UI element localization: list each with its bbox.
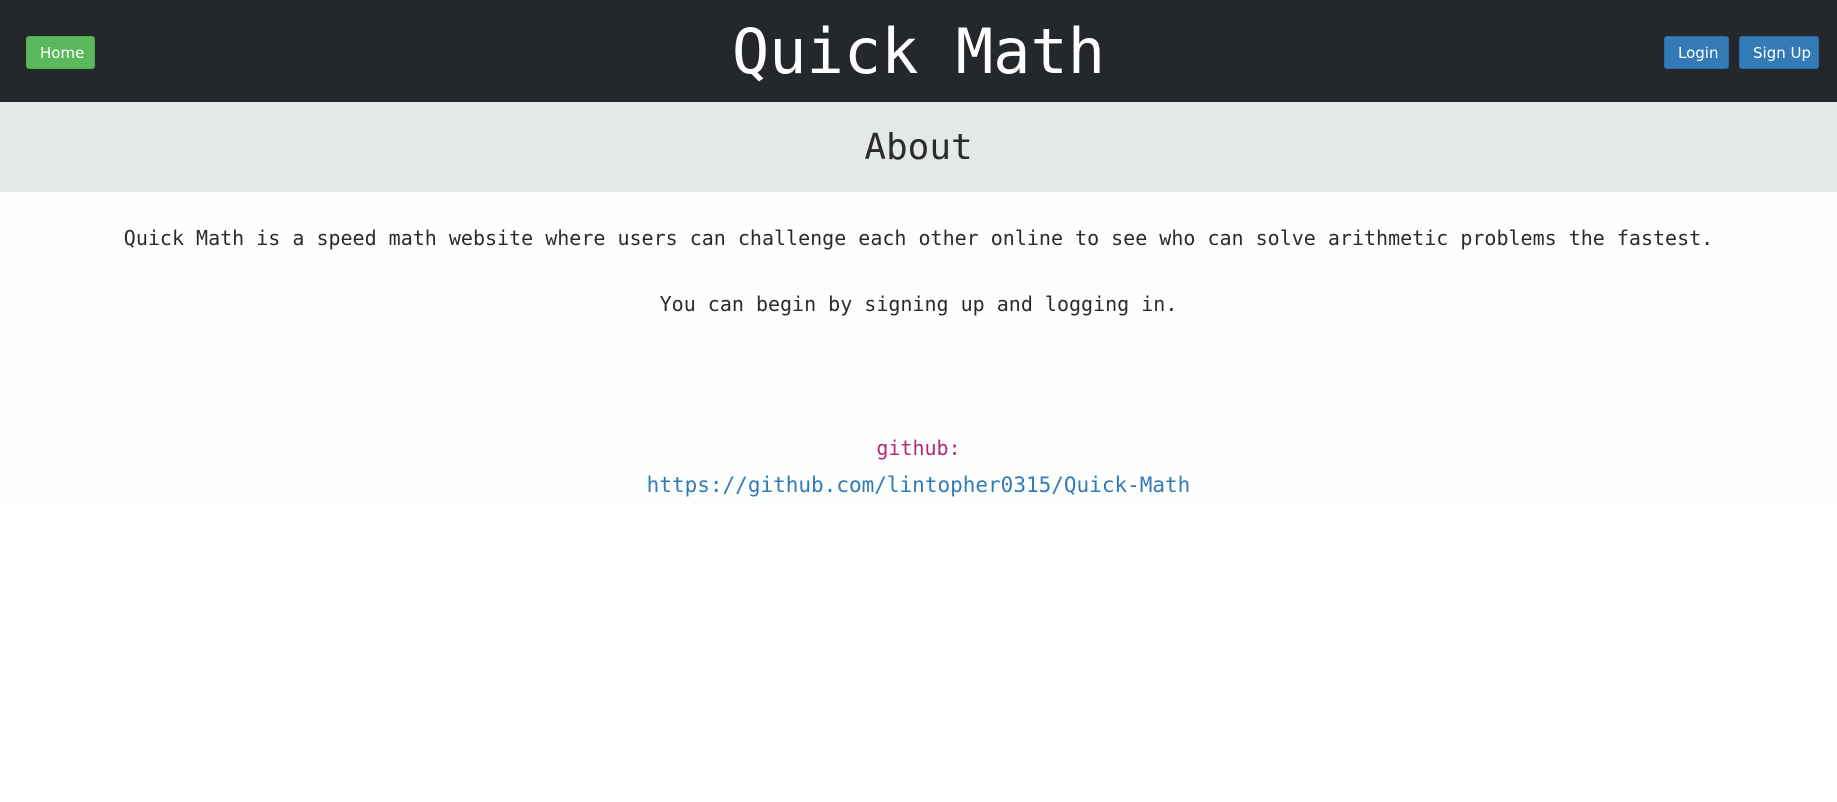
login-button[interactable]: Login <box>1664 36 1729 69</box>
about-instructions: You can begin by signing up and logging … <box>659 292 1178 316</box>
sign-up-button[interactable]: Sign Up <box>1739 36 1819 69</box>
site-title: Quick Math <box>731 15 1106 88</box>
about-banner: About <box>0 102 1837 192</box>
about-description: Quick Math is a speed math website where… <box>123 226 1714 250</box>
github-link[interactable]: https://github.com/lintopher0315/Quick-M… <box>647 473 1191 497</box>
about-content: Quick Math is a speed math website where… <box>0 192 1837 505</box>
about-heading: About <box>864 126 973 168</box>
github-label: github: <box>876 436 961 460</box>
top-navbar: Home Quick Math Login Sign Up <box>0 0 1837 102</box>
